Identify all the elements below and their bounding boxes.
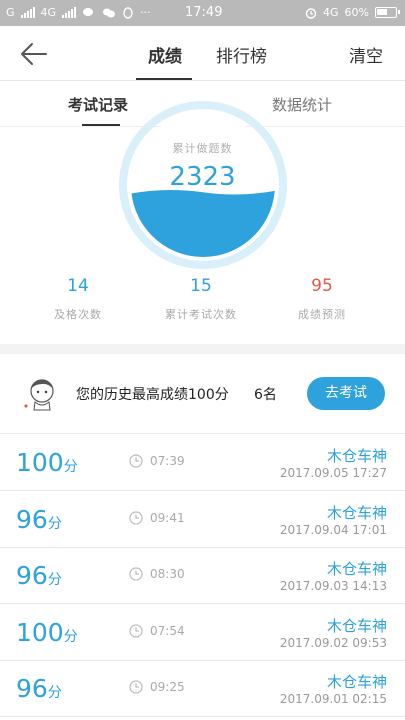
record-user-name: 木仓车神	[326, 673, 387, 691]
score-value: 100	[16, 617, 64, 647]
signal-icon-2	[62, 7, 77, 18]
status-bar: G 4G ··· 17:49 4G 60%	[0, 0, 405, 26]
table-row[interactable]: 96分 09:41 木仓车神 2017.09.04 17:01	[0, 492, 405, 548]
record-user-name: 木仓车神	[326, 560, 387, 578]
record-duration: 07:39	[150, 454, 185, 468]
gauge-value: 2323	[169, 162, 236, 192]
stat-score-prediction: 95 成绩预测	[262, 276, 382, 322]
best-score-text: 您的历史最高成绩100分	[76, 387, 229, 403]
clock-icon	[129, 680, 143, 694]
record-duration: 07:54	[150, 623, 185, 638]
section-divider	[0, 344, 405, 354]
take-exam-button[interactable]: 去考试	[307, 377, 385, 410]
clock-icon	[129, 567, 143, 581]
message-icon	[103, 8, 116, 17]
avatar	[24, 379, 54, 411]
score-value: 96	[16, 674, 48, 703]
stat-label: 及格次数	[54, 308, 102, 321]
record-user-name: 木仓车神	[326, 447, 387, 465]
battery-percent: 60%	[344, 6, 369, 19]
stat-label: 累计考试次数	[165, 308, 237, 321]
record-score: 96分	[16, 505, 62, 534]
stat-pass-count: 14 及格次数	[18, 276, 138, 322]
signal-icon	[20, 7, 35, 18]
record-duration: 09:41	[150, 510, 185, 525]
score-unit: 分	[47, 685, 62, 701]
clear-button[interactable]: 清空	[349, 42, 383, 67]
record-datetime: 2017.09.05 17:27	[279, 466, 387, 480]
best-score-row: 您的历史最高成绩100分 6名 去考试	[0, 354, 405, 434]
carrier-label: G	[6, 6, 15, 19]
alarm-icon	[305, 7, 317, 19]
record-duration: 09:25	[150, 680, 185, 694]
best-rank: 6名	[254, 387, 277, 403]
stat-exam-count: 15 累计考试次数	[141, 276, 261, 322]
wechat-icon	[83, 7, 94, 16]
tab-score[interactable]: 成绩	[148, 42, 182, 67]
record-datetime: 2017.09.02 09:53	[279, 635, 387, 650]
table-row[interactable]: 100分 07:54 木仓车神 2017.09.02 09:53	[0, 605, 405, 661]
stat-value: 95	[311, 276, 333, 296]
record-score: 96分	[16, 674, 62, 703]
stat-label: 成绩预测	[298, 308, 346, 321]
stat-value: 14	[67, 276, 89, 296]
record-datetime: 2017.09.03 14:13	[279, 579, 387, 593]
back-arrow-icon[interactable]	[18, 40, 48, 68]
table-row[interactable]: 100分 07:39 木仓车神 2017.09.05 17:27	[0, 435, 405, 491]
record-score: 100分	[16, 618, 78, 647]
score-value: 100	[16, 448, 64, 477]
clock-icon	[129, 454, 143, 468]
battery-icon	[375, 7, 400, 18]
clock-icon	[129, 510, 143, 525]
tab-rank[interactable]: 排行榜	[216, 42, 267, 67]
clock-icon	[129, 623, 143, 638]
score-value: 96	[16, 504, 48, 534]
gauge-label: 累计做题数	[172, 142, 233, 155]
network-type: 4G	[323, 6, 339, 19]
score-unit: 分	[63, 459, 78, 475]
subtab-active-indicator	[82, 124, 120, 126]
more-notifications-icon: ···	[140, 6, 151, 19]
score-value: 96	[16, 561, 48, 590]
record-score: 100分	[16, 448, 78, 477]
qq-icon	[123, 6, 133, 19]
tab-active-indicator	[136, 78, 192, 80]
status-time: 17:49	[185, 5, 223, 20]
record-user-name: 木仓车神	[326, 616, 387, 635]
score-unit: 分	[47, 572, 62, 588]
score-unit: 分	[47, 515, 62, 532]
record-datetime: 2017.09.04 17:01	[279, 522, 387, 537]
top-nav: 成绩 排行榜 清空	[0, 26, 405, 81]
table-row[interactable]: 96分 08:30 木仓车神 2017.09.03 14:13	[0, 548, 405, 604]
table-row[interactable]: 96分 09:25 木仓车神 2017.09.01 02:15	[0, 661, 405, 717]
record-user-name: 木仓车神	[326, 503, 387, 522]
record-score: 96分	[16, 561, 62, 590]
record-duration: 08:30	[150, 567, 185, 581]
stat-value: 15	[190, 276, 212, 296]
record-datetime: 2017.09.01 02:15	[279, 692, 387, 706]
network-label: 4G	[40, 6, 57, 19]
score-unit: 分	[63, 628, 78, 645]
